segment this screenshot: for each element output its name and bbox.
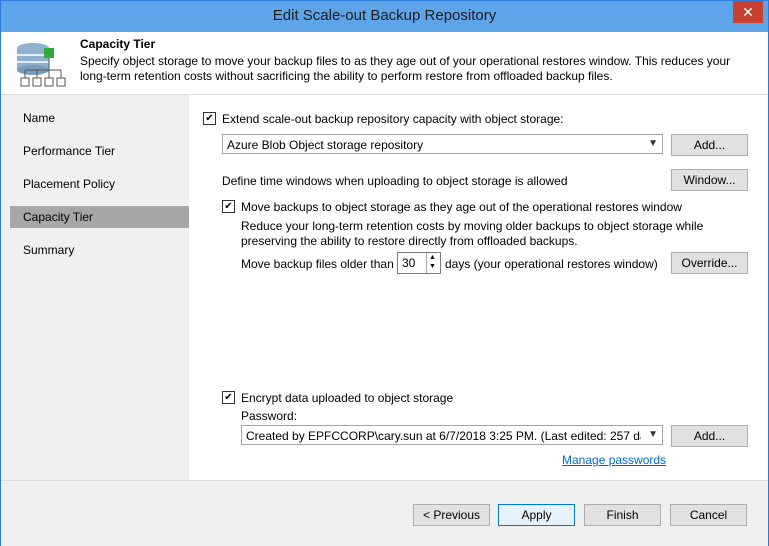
finish-button[interactable]: Finish [584, 504, 661, 526]
encrypt-label: Encrypt data uploaded to object storage [241, 391, 454, 405]
move-backups-label: Move backups to object storage as they a… [241, 200, 682, 214]
stepper-arrows[interactable]: ▲ ▼ [426, 253, 440, 273]
previous-button[interactable]: < Previous [413, 504, 490, 526]
time-window-label: Define time windows when uploading to ob… [222, 174, 568, 188]
wizard-footer: < Previous Apply Finish Cancel [1, 480, 768, 546]
step-performance-tier[interactable]: Performance Tier [10, 140, 189, 162]
password-value: Created by EPFCCORP\cary.sun at 6/7/2018… [246, 429, 641, 443]
object-storage-value: Azure Blob Object storage repository [227, 138, 424, 152]
edit-scaleout-repository-dialog: Edit Scale-out Backup Repository ✕ Capac… [0, 0, 769, 546]
add-password-button[interactable]: Add... [671, 425, 748, 447]
days-label: days (your operational restores window) [445, 257, 658, 271]
object-storage-select[interactable]: Azure Blob Object storage repository ▼ [222, 134, 663, 154]
wizard-steps: Name Performance Tier Placement Policy C… [1, 95, 189, 480]
step-name[interactable]: Name [10, 107, 189, 129]
days-stepper[interactable]: 30 ▲ ▼ [397, 252, 441, 274]
manage-passwords-link[interactable]: Manage passwords [562, 453, 666, 467]
title-bar: Edit Scale-out Backup Repository ✕ [1, 1, 768, 32]
password-label: Password: [241, 409, 298, 423]
encrypt-checkbox[interactable]: ✔ [222, 391, 235, 404]
step-capacity-tier[interactable]: Capacity Tier [10, 206, 189, 228]
close-button[interactable]: ✕ [733, 1, 763, 23]
stepper-up-icon[interactable]: ▲ [429, 254, 436, 261]
step-title: Capacity Tier [80, 37, 156, 51]
older-than-label: Move backup files older than [241, 257, 394, 271]
extend-capacity-label: Extend scale-out backup repository capac… [222, 112, 564, 126]
step-description: Specify object storage to move your back… [80, 54, 731, 83]
step-placement-policy[interactable]: Placement Policy [10, 173, 189, 195]
capacity-tier-panel: ✔ Extend scale-out backup repository cap… [189, 95, 768, 480]
step-summary[interactable]: Summary [10, 239, 189, 261]
add-object-storage-button[interactable]: Add... [671, 134, 748, 156]
window-title: Edit Scale-out Backup Repository [272, 7, 497, 24]
chevron-down-icon: ▼ [648, 138, 658, 149]
window-button[interactable]: Window... [671, 169, 748, 191]
wizard-header: Capacity Tier Specify object storage to … [1, 32, 768, 95]
repository-icon [17, 43, 66, 87]
override-button[interactable]: Override... [671, 252, 748, 274]
stepper-down-icon[interactable]: ▼ [429, 263, 436, 270]
move-backups-desc-1: Reduce your long-term retention costs by… [241, 219, 704, 233]
days-value: 30 [402, 256, 416, 270]
move-backups-desc-2: preserving the ability to restore direct… [241, 234, 578, 248]
extend-capacity-checkbox[interactable]: ✔ [203, 112, 216, 125]
password-select[interactable]: Created by EPFCCORP\cary.sun at 6/7/2018… [241, 425, 663, 445]
move-backups-checkbox[interactable]: ✔ [222, 200, 235, 213]
apply-button[interactable]: Apply [498, 504, 575, 526]
chevron-down-icon: ▼ [648, 429, 658, 440]
cancel-button[interactable]: Cancel [670, 504, 747, 526]
